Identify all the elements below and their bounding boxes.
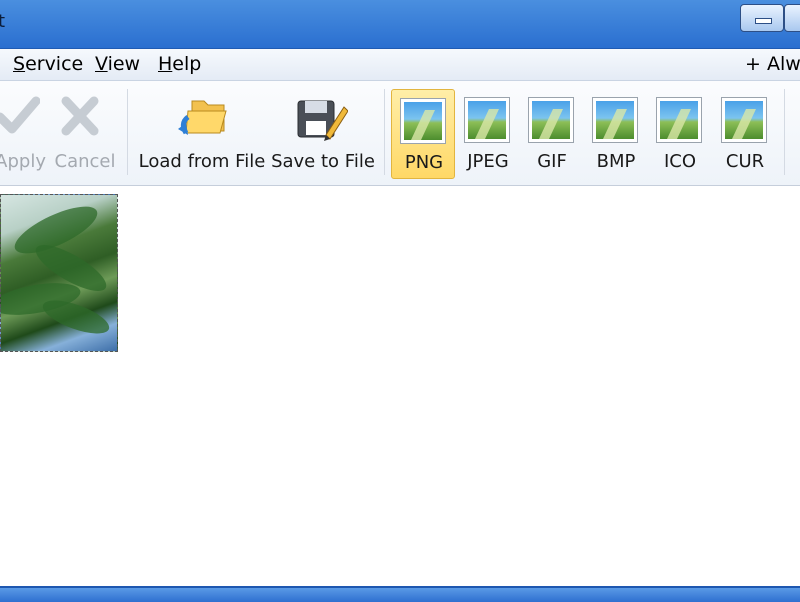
open-folder-icon: [178, 100, 227, 135]
maximize-button[interactable]: [784, 4, 800, 32]
menu-service[interactable]: Service: [13, 53, 83, 75]
format-label: PNG: [404, 152, 444, 173]
apply-button[interactable]: Apply: [0, 89, 46, 179]
load-from-file-button[interactable]: Load from File: [138, 89, 266, 179]
toolbar-separator: [127, 89, 128, 175]
minimize-button[interactable]: [740, 4, 784, 32]
save-to-file-button[interactable]: Save to File: [270, 89, 376, 179]
format-label: BMP: [596, 151, 636, 172]
menu-help[interactable]: Help: [158, 53, 201, 75]
menu-view[interactable]: View: [95, 53, 140, 75]
toolbar-separator: [784, 89, 785, 175]
cancel-x-icon: [61, 96, 99, 136]
window-title: t: [0, 11, 6, 32]
format-png-button[interactable]: PNG: [391, 89, 455, 179]
save-disk-icon: [297, 100, 348, 141]
image-icon: [528, 97, 574, 143]
format-cur-button[interactable]: CUR: [713, 89, 777, 179]
format-label: CUR: [725, 151, 765, 172]
format-bmp-button[interactable]: BMP: [584, 89, 648, 179]
toolbar-separator: [384, 89, 385, 175]
format-label: ICO: [663, 151, 697, 172]
toolbar: Apply Cancel Load from File Save to File: [0, 81, 800, 186]
cancel-label: Cancel: [54, 151, 116, 172]
cancel-button[interactable]: Cancel: [52, 89, 118, 179]
image-icon: [592, 97, 638, 143]
menu-bar: Service View Help + Alwa: [0, 49, 800, 81]
format-label: GIF: [537, 151, 567, 172]
check-icon: [0, 96, 40, 134]
title-bar: t: [0, 0, 800, 49]
minimize-icon: [755, 18, 772, 24]
image-icon: [656, 97, 702, 143]
image-icon: [721, 97, 767, 143]
apply-label: Apply: [0, 151, 46, 172]
format-ico-button[interactable]: ICO: [648, 89, 712, 179]
always-on-top-toggle[interactable]: + Alwa: [745, 53, 800, 75]
image-thumbnail[interactable]: [0, 194, 118, 352]
format-gif-button[interactable]: GIF: [520, 89, 584, 179]
format-label: JPEG: [467, 151, 509, 172]
image-icon: [400, 98, 446, 144]
save-to-file-label: Save to File: [271, 151, 375, 172]
image-canvas[interactable]: [0, 186, 800, 586]
load-from-file-label: Load from File: [138, 151, 266, 172]
image-icon: [464, 97, 510, 143]
format-jpeg-button[interactable]: JPEG: [456, 89, 520, 179]
